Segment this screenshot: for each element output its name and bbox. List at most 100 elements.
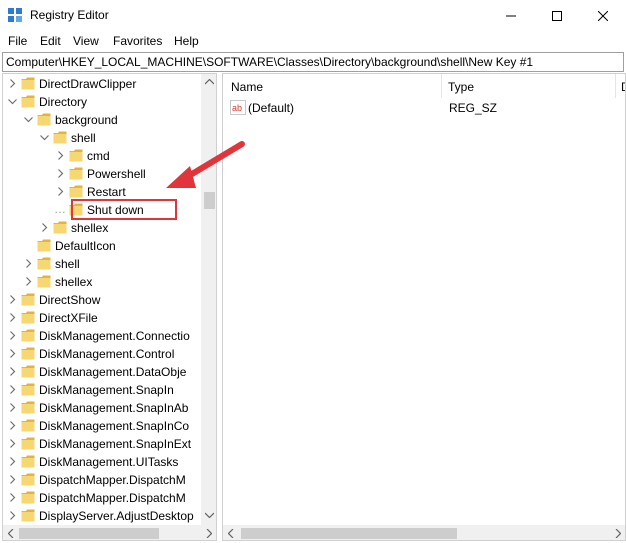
tree-item[interactable]: DiskManagement.SnapInExt [3,435,199,453]
address-bar[interactable]: Computer\HKEY_LOCAL_MACHINE\SOFTWARE\Cla… [2,52,624,72]
minimize-button[interactable] [488,0,534,31]
tree-item-label: DiskManagement.SnapInExt [39,437,192,451]
menu-file[interactable]: File [8,34,27,48]
tree-item[interactable]: DiskManagement.SnapIn [3,381,199,399]
chevron-right-icon[interactable] [7,456,18,467]
chevron-right-icon[interactable] [7,402,18,413]
column-header-data[interactable]: D [621,74,625,98]
chevron-right-icon[interactable] [7,492,18,503]
column-separator[interactable] [615,74,616,98]
chevron-right-icon[interactable] [7,384,18,395]
tree-item[interactable]: background [3,111,199,129]
folder-icon [21,383,35,396]
chevron-right-icon[interactable] [7,330,18,341]
chevron-right-icon[interactable] [7,294,18,305]
folder-icon [21,491,35,504]
folder-icon [21,95,35,108]
folder-icon [53,131,67,144]
chevron-right-icon[interactable] [55,186,66,197]
tree-item-label: DiskManagement.DataObje [39,365,187,379]
scroll-right-icon[interactable] [615,529,621,538]
chevron-right-icon[interactable] [23,276,34,287]
tree-horizontal-scrollbar[interactable] [3,525,216,540]
tree-item[interactable]: DefaultIcon [3,237,199,255]
tree-item[interactable]: DirectXFile [3,309,199,327]
tree-item[interactable]: DisplayServer.AdjustDesktop [3,507,199,525]
scroll-down-icon[interactable] [205,512,214,518]
tree-item-label: shellex [55,275,93,289]
tree-item[interactable]: DispatchMapper.DispatchM [3,471,199,489]
window-title: Registry Editor [30,8,109,22]
chevron-right-icon[interactable] [23,258,34,269]
chevron-down-icon[interactable] [7,96,18,107]
menu-bar: File Edit View Favorites Help [0,31,626,51]
list-horizontal-scrollbar[interactable] [223,525,625,540]
tree-item[interactable]: Directory [3,93,199,111]
chevron-right-icon[interactable] [39,222,50,233]
menu-favorites[interactable]: Favorites [113,34,162,48]
scroll-left-icon[interactable] [228,529,234,538]
column-header-name[interactable]: Name [231,74,263,98]
menu-edit[interactable]: Edit [40,34,61,48]
chevron-right-icon[interactable] [7,366,18,377]
folder-icon [37,113,51,126]
scroll-left-icon[interactable] [8,529,14,538]
tree-item[interactable]: DiskManagement.SnapInAb [3,399,199,417]
column-separator[interactable] [441,74,442,98]
folder-icon [21,473,35,486]
tree-item-label: background [55,113,118,127]
address-path[interactable]: Computer\HKEY_LOCAL_MACHINE\SOFTWARE\Cla… [6,55,533,69]
maximize-icon [552,10,562,21]
scroll-up-icon[interactable] [205,79,214,85]
tree-item[interactable]: DiskManagement.DataObje [3,363,199,381]
tree-item[interactable]: DirectDrawClipper [3,75,199,93]
values-list-pane[interactable]: Name Type D ab (Default) REG_SZ [222,73,626,541]
close-button[interactable] [580,0,626,31]
chevron-right-icon[interactable] [7,474,18,485]
tree-item-label: Powershell [87,167,146,181]
folder-icon [21,509,35,522]
tree-item[interactable]: DispatchMapper.DispatchM [3,489,199,507]
folder-icon [21,311,35,324]
tree-item[interactable]: shellex [3,219,199,237]
tree-item[interactable]: DiskManagement.Connectio [3,327,199,345]
folder-icon [21,437,35,450]
folder-icon [21,419,35,432]
tree-item-label: DisplayServer.AdjustDesktop [39,509,194,523]
tree-item[interactable]: DirectShow [3,291,199,309]
chevron-right-icon[interactable] [7,510,18,521]
list-hscroll-thumb[interactable] [241,528,457,539]
chevron-right-icon[interactable] [7,78,18,89]
annotation-arrow-icon [166,141,245,188]
value-row[interactable]: ab (Default) REG_SZ [223,99,625,117]
chevron-right-icon[interactable] [7,438,18,449]
tree-item[interactable]: DiskManagement.Control [3,345,199,363]
folder-icon [21,77,35,90]
maximize-button[interactable] [534,0,580,31]
tree-item-label: Restart [87,185,126,199]
tree-item[interactable]: DiskManagement.SnapInCo [3,417,199,435]
chevron-right-icon[interactable] [7,348,18,359]
chevron-down-icon[interactable] [39,132,50,143]
chevron-right-icon[interactable] [7,312,18,323]
tree-item-label: DirectShow [39,293,101,307]
folder-icon [53,221,67,234]
menu-help[interactable]: Help [174,34,199,48]
tree-item-label: DiskManagement.SnapInCo [39,419,190,433]
tree-item[interactable]: shell [3,255,199,273]
tree-item[interactable]: shellex [3,273,199,291]
menu-view[interactable]: View [73,34,99,48]
tree-hscroll-thumb[interactable] [19,528,159,539]
chevron-right-icon[interactable] [7,420,18,431]
folder-icon [69,185,83,198]
tree-item[interactable]: DiskManagement.UITasks [3,453,199,471]
folder-icon [69,167,83,180]
column-header-type[interactable]: Type [448,74,474,98]
chevron-right-icon[interactable] [55,168,66,179]
annotation-highlight-box [71,199,177,220]
folder-icon [21,365,35,378]
folder-icon [21,401,35,414]
chevron-right-icon[interactable] [55,150,66,161]
chevron-down-icon[interactable] [23,114,34,125]
scroll-right-icon[interactable] [206,529,212,538]
